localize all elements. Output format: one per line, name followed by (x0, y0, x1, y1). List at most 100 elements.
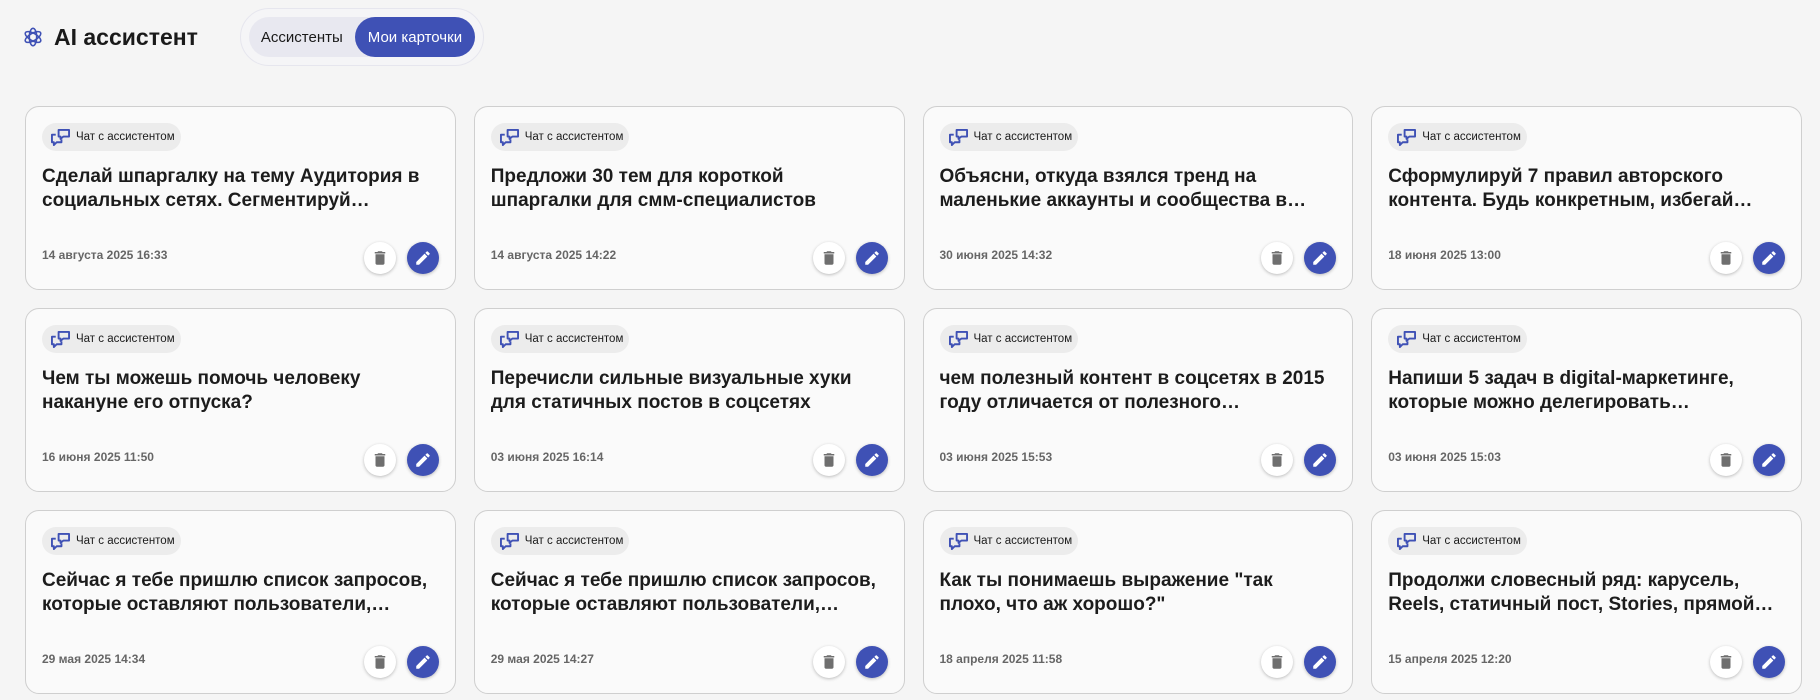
delete-button[interactable] (812, 646, 845, 678)
card-type-chip: Чат с ассистентом (42, 527, 181, 555)
chat-bubbles-icon (499, 532, 519, 550)
chat-bubbles-icon (50, 330, 70, 348)
trash-icon (1720, 655, 1732, 669)
trash-icon (1272, 453, 1283, 467)
card[interactable]: Чат с ассистентом Сейчас я тебе пришлю с… (473, 510, 905, 694)
pencil-icon (416, 655, 430, 669)
openai-logo-icon (24, 27, 42, 47)
card-date: 30 июня 2025 14:32 (939, 248, 1053, 262)
delete-button[interactable] (363, 646, 396, 678)
edit-button[interactable] (855, 444, 888, 476)
card-date: 03 июня 2025 15:03 (1388, 450, 1501, 464)
edit-button[interactable] (406, 646, 439, 678)
card[interactable]: Чат с ассистентом Сейчас я тебе пришлю с… (25, 510, 456, 694)
card[interactable]: Чат с ассистентом чем полезный контент в… (922, 308, 1354, 492)
edit-button[interactable] (406, 242, 439, 274)
card-date: 14 августа 2025 14:22 (490, 248, 617, 262)
delete-button[interactable] (1710, 646, 1742, 678)
trash-icon (823, 251, 834, 265)
card-type-label: Чат с ассистентом (1422, 333, 1521, 345)
delete-button[interactable] (1710, 242, 1742, 274)
card-type-chip: Чат с ассистентом (490, 123, 630, 151)
card[interactable]: Чат с ассистентом Напиши 5 задач в digit… (1371, 308, 1802, 492)
chat-bubbles-icon (948, 532, 968, 550)
edit-button[interactable] (1753, 444, 1785, 476)
edit-button[interactable] (1753, 646, 1785, 678)
card-date: 16 июня 2025 11:50 (42, 450, 154, 464)
trash-icon (823, 655, 834, 669)
card[interactable]: Чат с ассистентом Как ты понимаешь выраж… (922, 510, 1354, 694)
header: AI ассистент Ассистенты Мои карточки (22, 8, 485, 66)
card-type-label: Чат с ассистентом (973, 131, 1073, 143)
delete-button[interactable] (1261, 242, 1294, 274)
card-title: Сформулируй 7 правил авторского контента… (1388, 165, 1753, 211)
tab-assistants[interactable]: Ассистенты (249, 17, 355, 57)
trash-icon (1272, 655, 1283, 669)
edit-button[interactable] (406, 444, 439, 476)
pencil-icon (1762, 655, 1776, 669)
view-toggle: Ассистенты Мои карточки (239, 8, 485, 66)
card-type-chip: Чат с ассистентом (1388, 325, 1527, 353)
delete-button[interactable] (363, 242, 396, 274)
edit-button[interactable] (1304, 242, 1337, 274)
card-type-label: Чат с ассистентом (76, 535, 175, 547)
card-title: Продолжи словесный ряд: карусель, Reels,… (1388, 569, 1774, 615)
card[interactable]: Чат с ассистентом Чем ты можешь помочь ч… (25, 308, 456, 492)
trash-icon (374, 453, 385, 467)
chat-bubbles-icon (499, 330, 519, 348)
card-title: Предложи 30 тем для короткой шпаргалки д… (490, 165, 816, 211)
card[interactable]: Чат с ассистентом Предложи 30 тем для ко… (473, 106, 905, 290)
chat-bubbles-icon (1397, 128, 1417, 146)
card-date: 18 июня 2025 13:00 (1388, 248, 1501, 262)
app-title: AI ассистент (54, 23, 198, 50)
chat-bubbles-icon (1397, 532, 1417, 550)
trash-icon (1272, 251, 1283, 265)
card-type-label: Чат с ассистентом (524, 333, 624, 345)
card-type-label: Чат с ассистентом (1422, 131, 1521, 143)
chat-bubbles-icon (50, 128, 70, 146)
delete-button[interactable] (812, 444, 845, 476)
edit-button[interactable] (855, 242, 888, 274)
pencil-icon (416, 251, 430, 265)
trash-icon (374, 655, 385, 669)
card-type-chip: Чат с ассистентом (490, 527, 630, 555)
tab-my-cards[interactable]: Мои карточки (354, 17, 476, 57)
card-type-chip: Чат с ассистентом (939, 123, 1079, 151)
edit-button[interactable] (1753, 242, 1785, 274)
card-title: Объясни, откуда взялся тренд на маленьки… (939, 165, 1307, 211)
chat-bubbles-icon (948, 128, 968, 146)
delete-button[interactable] (1261, 444, 1294, 476)
edit-button[interactable] (1304, 646, 1337, 678)
cards-grid: Чат с ассистентом Сделай шпаргалку на те… (25, 106, 1802, 694)
pencil-icon (864, 655, 879, 669)
card[interactable]: Чат с ассистентом Сделай шпаргалку на те… (25, 106, 456, 290)
card-date: 29 мая 2025 14:34 (42, 652, 146, 666)
card-date: 14 августа 2025 16:33 (42, 248, 168, 262)
pencil-icon (864, 251, 879, 265)
delete-button[interactable] (812, 242, 845, 274)
delete-button[interactable] (1710, 444, 1742, 476)
delete-button[interactable] (1261, 646, 1294, 678)
card-type-label: Чат с ассистентом (524, 535, 624, 547)
pencil-icon (1762, 251, 1776, 265)
card-date: 18 апреля 2025 11:58 (939, 652, 1063, 666)
edit-button[interactable] (1304, 444, 1337, 476)
card-title: Напиши 5 задач в digital-маркетинге, кот… (1388, 367, 1734, 413)
card-type-label: Чат с ассистентом (1422, 535, 1521, 547)
trash-icon (1720, 453, 1732, 467)
edit-button[interactable] (855, 646, 888, 678)
trash-icon (1720, 251, 1732, 265)
pencil-icon (1313, 453, 1328, 467)
pencil-icon (1762, 453, 1776, 467)
delete-button[interactable] (363, 444, 396, 476)
card[interactable]: Чат с ассистентом Перечисли сильные визу… (473, 308, 905, 492)
card-type-chip: Чат с ассистентом (42, 325, 181, 353)
card[interactable]: Чат с ассистентом Продолжи словесный ряд… (1371, 510, 1802, 694)
card[interactable]: Чат с ассистентом Сформулируй 7 правил а… (1371, 106, 1802, 290)
card-title: Сделай шпаргалку на тему Аудитория в соц… (42, 165, 420, 211)
card-type-label: Чат с ассистентом (973, 535, 1073, 547)
card-type-label: Чат с ассистентом (76, 333, 175, 345)
card-date: 03 июня 2025 15:53 (939, 450, 1053, 464)
card[interactable]: Чат с ассистентом Объясни, откуда взялся… (922, 106, 1354, 290)
card-title: чем полезный контент в соцсетях в 2015 г… (939, 367, 1325, 413)
